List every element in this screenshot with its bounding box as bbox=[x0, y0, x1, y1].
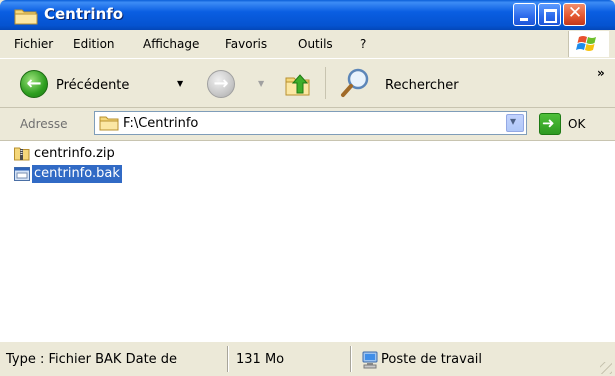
go-button[interactable] bbox=[539, 113, 561, 135]
search-icon[interactable] bbox=[340, 67, 372, 99]
folder-up-icon[interactable] bbox=[283, 69, 313, 99]
forward-arrow-icon: → bbox=[213, 73, 229, 94]
explorer-window: Centrinfo ✕ Fichier Edition Affichage Fa… bbox=[0, 0, 615, 376]
toolbar: ← Précédente ▼ → ▼ Rechercher » bbox=[0, 59, 615, 108]
file-list[interactable]: centrinfo.zip centrinfo.bak bbox=[0, 141, 615, 341]
menu-affichage[interactable]: Affichage bbox=[143, 37, 199, 51]
status-location-text: Poste de travail bbox=[381, 352, 483, 367]
back-button[interactable]: ← bbox=[20, 70, 48, 98]
address-field[interactable]: F:\Centrinfo bbox=[94, 111, 527, 135]
menu-favoris[interactable]: Favoris bbox=[225, 37, 267, 51]
bak-file-icon bbox=[14, 167, 30, 181]
menu-fichier[interactable]: Fichier bbox=[14, 37, 53, 51]
file-name[interactable]: centrinfo.zip bbox=[32, 145, 117, 163]
address-path[interactable]: F:\Centrinfo bbox=[123, 116, 198, 131]
status-bar: Type : Fichier BAK Date de 131 Mo Poste … bbox=[0, 341, 615, 376]
back-dropdown-icon[interactable]: ▼ bbox=[177, 79, 183, 88]
back-arrow-icon: ← bbox=[26, 73, 42, 94]
menu-help[interactable]: ? bbox=[360, 37, 366, 51]
windows-logo-icon bbox=[568, 31, 609, 57]
chevron-more-icon[interactable]: » bbox=[597, 66, 605, 80]
folder-icon bbox=[99, 116, 119, 131]
zip-folder-icon bbox=[14, 147, 30, 161]
status-size-text: 131 Mo bbox=[236, 352, 285, 367]
address-dropdown-icon[interactable] bbox=[506, 114, 524, 132]
go-label[interactable]: OK bbox=[568, 117, 585, 131]
forward-button[interactable]: → bbox=[207, 70, 235, 98]
title-bar[interactable]: Centrinfo ✕ bbox=[0, 0, 615, 30]
status-separator bbox=[227, 346, 229, 372]
close-icon: ✕ bbox=[567, 3, 583, 23]
computer-icon bbox=[362, 351, 378, 369]
status-type-text: Type : Fichier BAK Date de bbox=[6, 352, 178, 367]
address-bar: Adresse F:\Centrinfo OK bbox=[0, 108, 615, 141]
window-title: Centrinfo bbox=[44, 5, 124, 23]
menu-bar: Fichier Edition Affichage Favoris Outils… bbox=[0, 30, 615, 59]
maximize-button[interactable] bbox=[538, 3, 561, 26]
resize-grip-icon[interactable] bbox=[600, 362, 612, 374]
search-label[interactable]: Rechercher bbox=[385, 78, 459, 93]
menu-edition[interactable]: Edition bbox=[73, 37, 115, 51]
file-name[interactable]: centrinfo.bak bbox=[32, 165, 122, 183]
close-button[interactable]: ✕ bbox=[563, 3, 586, 26]
forward-dropdown-icon[interactable]: ▼ bbox=[258, 79, 264, 88]
toolbar-separator bbox=[325, 67, 326, 99]
minimize-button[interactable] bbox=[513, 3, 536, 26]
menu-outils[interactable]: Outils bbox=[298, 37, 333, 51]
back-label[interactable]: Précédente bbox=[56, 78, 129, 93]
address-label: Adresse bbox=[20, 117, 68, 131]
folder-icon bbox=[14, 9, 38, 25]
status-separator bbox=[350, 346, 352, 372]
